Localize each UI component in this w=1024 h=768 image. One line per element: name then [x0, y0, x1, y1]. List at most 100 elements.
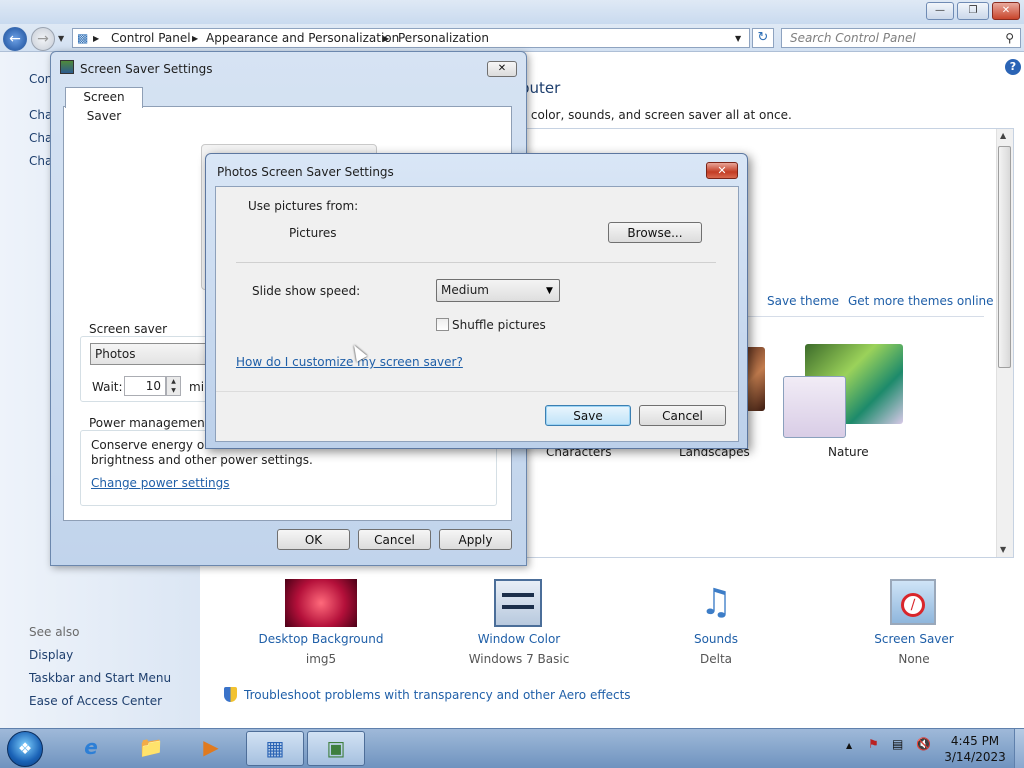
screen-saver-dialog-icon — [60, 60, 74, 74]
help-icon[interactable]: ? — [1005, 59, 1021, 75]
screen-saver-taskbar-icon[interactable]: ▣ — [307, 731, 365, 766]
window-color-value: Windows 7 Basic — [468, 652, 570, 666]
screen-saver-select[interactable]: Photos — [90, 343, 210, 365]
slide-show-speed-select[interactable]: Medium — [436, 279, 560, 302]
breadcrumb-appearance[interactable]: Appearance and Personalization — [206, 31, 399, 45]
shield-icon — [224, 687, 237, 702]
show-desktop-button[interactable] — [1014, 729, 1024, 768]
photos-cancel-button[interactable]: Cancel — [639, 405, 726, 426]
search-icon[interactable]: ⚲ — [1005, 31, 1014, 45]
wait-unit-label: mi — [189, 380, 205, 394]
clock-time: 4:45 PM — [950, 734, 1000, 748]
shuffle-pictures-label[interactable]: Shuffle pictures — [452, 318, 546, 332]
photos-dialog-close-icon[interactable]: ✕ — [706, 162, 738, 179]
left-pane-item-cut[interactable]: Con — [29, 72, 52, 86]
troubleshoot-aero-link[interactable]: Troubleshoot problems with transparency … — [244, 688, 631, 702]
action-center-flag-icon[interactable]: ⚑ — [868, 737, 879, 751]
screen-saver-link[interactable]: Screen Saver — [839, 632, 989, 646]
change-power-settings-link[interactable]: Change power settings — [91, 476, 230, 490]
tab-screen-saver[interactable]: Screen Saver — [65, 87, 143, 123]
photos-dialog-separator — [236, 262, 716, 263]
screen-saver-dialog-close-icon[interactable]: ✕ — [487, 61, 517, 77]
save-theme-link[interactable]: Save theme — [767, 294, 839, 308]
refresh-icon[interactable]: ↻ — [752, 28, 774, 48]
screen-saver-dialog-title: Screen Saver Settings — [80, 62, 213, 76]
minimize-icon[interactable]: — — [926, 2, 954, 20]
back-icon[interactable]: ← — [3, 27, 27, 51]
screen-saver-group-label: Screen saver — [86, 322, 171, 336]
scroll-up-icon[interactable]: ▲ — [1000, 131, 1006, 140]
left-pane-item-cut[interactable]: Cha — [29, 108, 52, 122]
scrollbar-thumb[interactable] — [998, 146, 1011, 368]
sounds-icon[interactable]: ♫ — [692, 579, 740, 627]
photos-dialog-title: Photos Screen Saver Settings — [217, 165, 394, 179]
forward-icon[interactable]: → — [31, 27, 55, 51]
control-panel-taskbar-icon[interactable]: ▦ — [246, 731, 304, 766]
screen-saver-item[interactable]: Screen Saver None — [839, 632, 989, 666]
power-management-label: Power management — [86, 416, 213, 430]
chevron-down-icon[interactable]: ▼ — [546, 286, 553, 296]
wait-minutes-input[interactable]: 10 — [124, 376, 166, 396]
wait-label: Wait: — [92, 380, 123, 394]
window-color-item[interactable]: Window Color Windows 7 Basic — [444, 632, 594, 666]
desktop-background-link[interactable]: Desktop Background — [246, 632, 396, 646]
screen-saver-value: None — [898, 652, 930, 666]
windows-explorer-icon[interactable]: 📁 — [122, 731, 180, 766]
screen-saver-icon[interactable]: ∕ — [890, 579, 936, 625]
show-hidden-icons-chevron-icon[interactable]: ▲ — [846, 741, 852, 750]
window-color-link[interactable]: Window Color — [444, 632, 594, 646]
search-placeholder: Search Control Panel — [790, 31, 916, 45]
close-icon[interactable]: ✕ — [992, 2, 1020, 20]
desktop-background-icon[interactable] — [285, 579, 357, 627]
cancel-button[interactable]: Cancel — [358, 529, 431, 550]
page-description: v color, sounds, and screen saver all at… — [520, 108, 792, 122]
left-pane-item-cut[interactable]: Cha — [29, 131, 52, 145]
system-clock[interactable]: 4:45 PM 3/14/2023 — [940, 733, 1010, 765]
see-also-display-link[interactable]: Display — [29, 648, 73, 662]
save-button[interactable]: Save — [545, 405, 631, 426]
browse-button[interactable]: Browse... — [608, 222, 702, 243]
network-icon[interactable]: ▤ — [892, 737, 903, 751]
address-bar[interactable]: ▩ ▶ Control Panel ▶ Appearance and Perso… — [72, 28, 750, 48]
volume-muted-icon[interactable]: 🔇 — [916, 737, 931, 751]
scroll-down-icon[interactable]: ▼ — [1000, 545, 1006, 554]
control-panel-icon: ▩ — [77, 31, 89, 45]
restore-icon[interactable]: ❐ — [957, 2, 989, 20]
clock-date: 3/14/2023 — [944, 750, 1006, 764]
window-title-bar — [0, 0, 1024, 24]
use-pictures-label: Use pictures from: — [248, 199, 359, 213]
breadcrumb-control-panel[interactable]: Control Panel — [111, 31, 191, 45]
sounds-value: Delta — [699, 652, 732, 666]
left-pane-item-cut[interactable]: Cha — [29, 154, 52, 168]
breadcrumb-personalization[interactable]: Personalization — [398, 31, 489, 45]
sounds-link[interactable]: Sounds — [641, 632, 791, 646]
internet-explorer-icon[interactable]: e — [62, 731, 120, 766]
search-input[interactable]: Search Control Panel ⚲ — [781, 28, 1021, 48]
start-button[interactable]: ❖ — [7, 731, 43, 767]
apply-button[interactable]: Apply — [439, 529, 512, 550]
breadcrumb-separator-icon[interactable]: ▶ — [383, 34, 389, 43]
desktop-background-item[interactable]: Desktop Background img5 — [246, 632, 396, 666]
window-color-icon[interactable] — [494, 579, 542, 627]
wait-stepper[interactable]: ▲ ▼ — [166, 376, 181, 396]
see-also-heading: See also — [29, 625, 80, 639]
get-more-themes-link[interactable]: Get more themes online — [848, 294, 994, 308]
slide-show-speed-label: Slide show speed: — [252, 284, 361, 298]
address-dropdown-icon[interactable]: ▼ — [735, 34, 741, 43]
breadcrumb-separator-icon[interactable]: ▶ — [192, 34, 198, 43]
power-text-line2: brightness and other power settings. — [91, 453, 313, 467]
photos-dialog-footer-separator — [216, 391, 738, 392]
desktop-background-value: img5 — [305, 652, 337, 666]
see-also-ease-of-access-link[interactable]: Ease of Access Center — [29, 694, 162, 708]
see-also-taskbar-link[interactable]: Taskbar and Start Menu — [29, 671, 171, 685]
pictures-folder-value: Pictures — [289, 226, 337, 240]
nature-theme-selection[interactable] — [783, 376, 846, 438]
customize-screen-saver-help-link[interactable]: How do I customize my screen saver? — [236, 355, 463, 369]
shuffle-pictures-checkbox[interactable] — [436, 318, 449, 331]
media-player-icon[interactable]: ▶ — [182, 731, 240, 766]
breadcrumb-separator-icon: ▶ — [93, 34, 100, 43]
recent-pages-chevron-icon[interactable]: ▼ — [58, 34, 64, 43]
nature-theme-label[interactable]: Nature — [828, 445, 869, 459]
sounds-item[interactable]: Sounds Delta — [641, 632, 791, 666]
ok-button[interactable]: OK — [277, 529, 350, 550]
